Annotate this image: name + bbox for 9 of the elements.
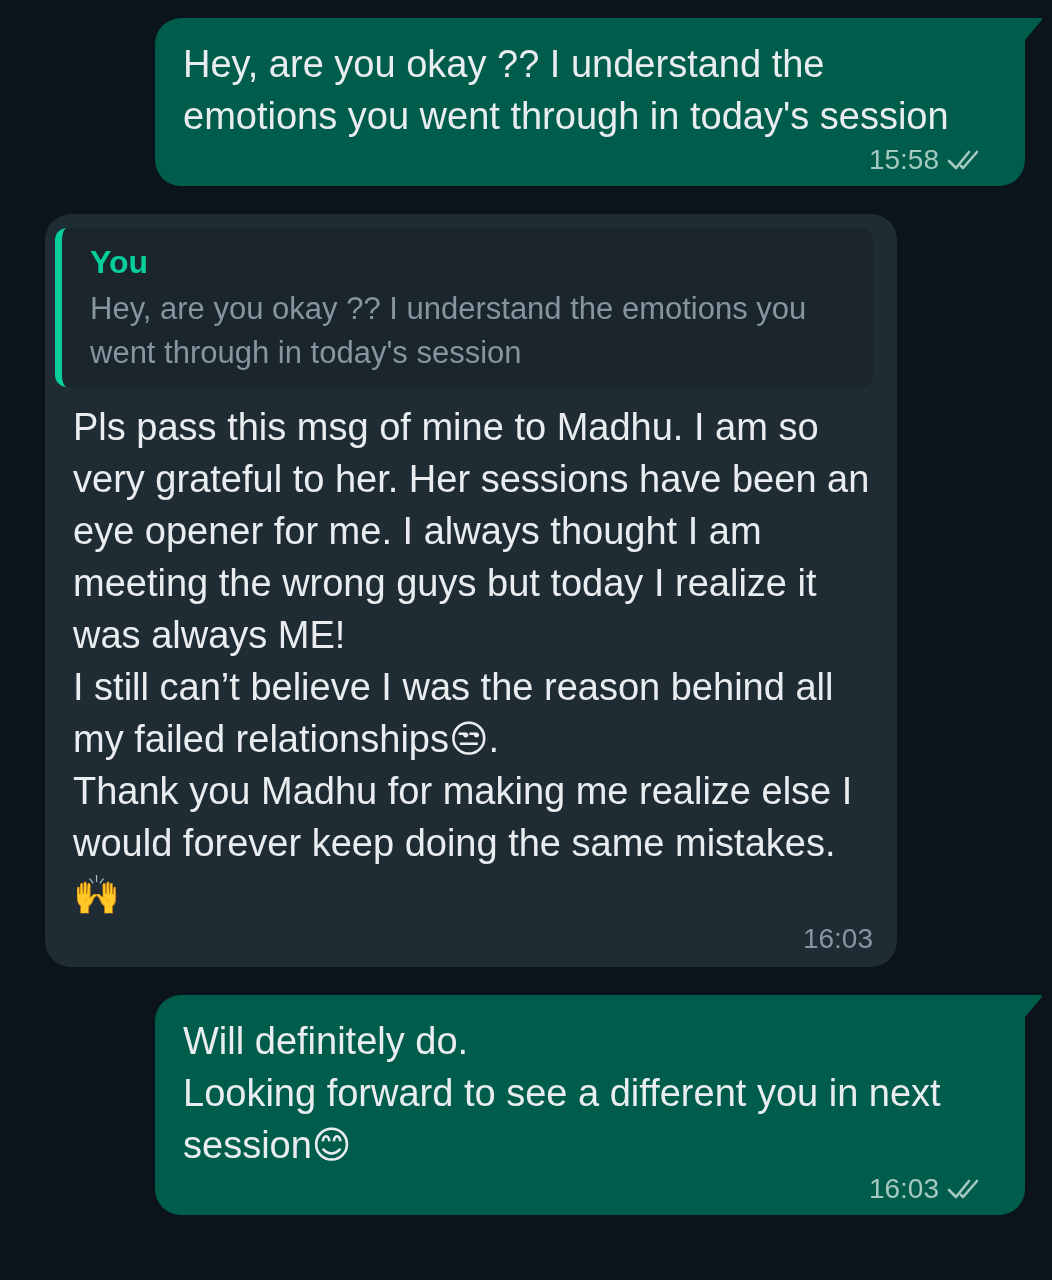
quoted-message[interactable]: You Hey, are you okay ?? I understand the emotions you went through in today's session bbox=[55, 228, 873, 387]
message-time: 16:03 bbox=[868, 1173, 939, 1205]
message-text: Hey, are you okay ?? I understand the emotions you went through in today's session bbox=[183, 42, 950, 139]
quote-text: Hey, are you okay ?? I understand the emotions you went through in today's session bbox=[90, 290, 808, 372]
message-time: 15:58 bbox=[868, 144, 939, 176]
message-text: Pls pass this msg of mine to Madhu. I am so very grateful to her. Her sessions have been an eye opener for me. I always thought I am meeting the wrong guys but today I realize it was always ME! I still can’t believe I was the reason behind all my failed relationships😒. Thank you Madhu for making me realize else I would forever keep doing the same mistakes.🙌 bbox=[72, 405, 871, 918]
message-time: 16:03 bbox=[802, 923, 873, 955]
quote-author: You bbox=[90, 244, 150, 281]
message-text: Will definitely do. Looking forward to see a different you in next session😊 bbox=[183, 1019, 942, 1168]
